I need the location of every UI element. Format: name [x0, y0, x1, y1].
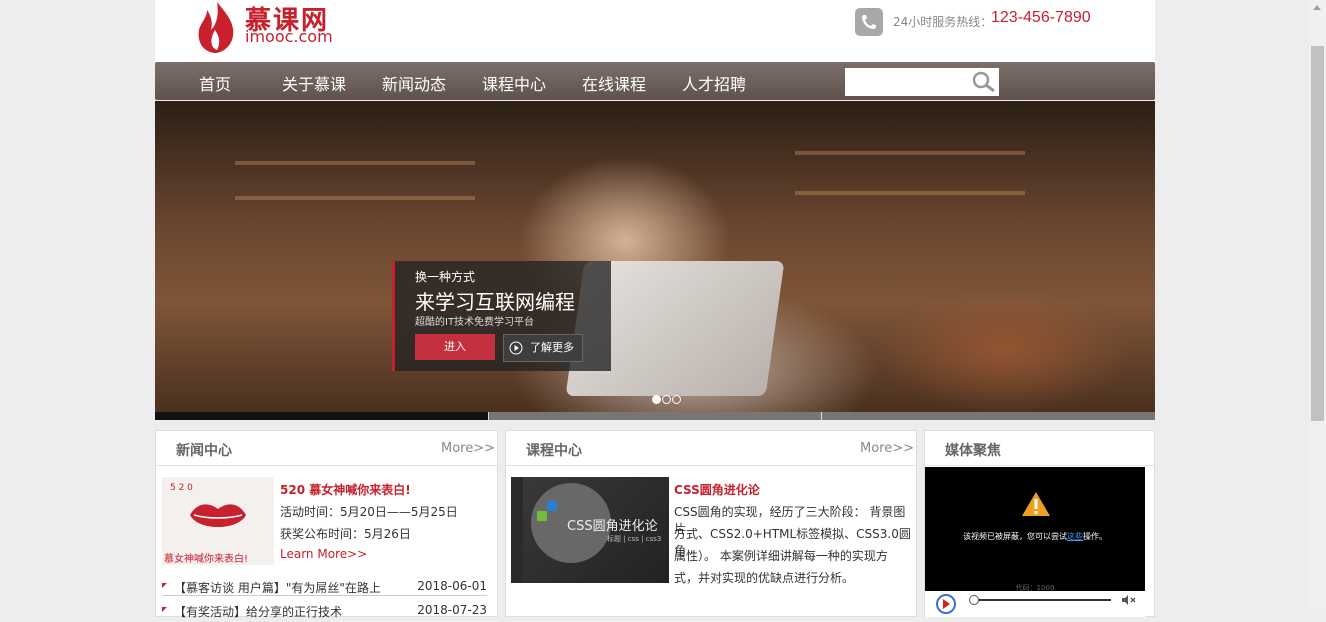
flame-logo-icon	[198, 2, 234, 53]
news-item-title[interactable]: 【慕客访谈 用户篇】"有为屌丝"在路上	[174, 579, 381, 596]
phone-icon	[855, 8, 883, 36]
courses-more-link[interactable]: More>>	[860, 441, 914, 456]
nav-item-online-courses[interactable]: 在线课程	[582, 71, 646, 95]
header: 慕课网 imooc.com 24小时服务热线： 123-456-7890	[155, 0, 1155, 62]
search-icon[interactable]	[971, 70, 997, 94]
hero-banner: 换一种方式 来学习互联网编程 超酷的IT技术免费学习平台 进入 了解更多	[155, 101, 1155, 412]
logo-subtitle: imooc.com	[245, 27, 333, 46]
course-thumb-title: CSS圆角进化论	[567, 519, 658, 534]
nav-item-jobs[interactable]: 人才招聘	[682, 71, 746, 95]
course-desc-line4: 式，并对实现的优缺点进行分析。	[674, 571, 855, 585]
nav-item-home[interactable]: 首页	[199, 71, 231, 95]
media-panel-header: 媒体聚焦	[925, 431, 1154, 466]
slide-progress-bar	[155, 412, 1155, 420]
banner-line1: 换一种方式	[415, 270, 476, 284]
bookshelf-decor	[235, 161, 475, 165]
video-msg-text-end: 操作。	[1083, 532, 1107, 541]
video-msg-link[interactable]: 这些	[1067, 532, 1083, 541]
video-seek-handle[interactable]	[969, 595, 979, 605]
courses-panel-title: 课程中心	[526, 443, 582, 459]
banner-caption: 换一种方式 来学习互联网编程 超酷的IT技术免费学习平台 进入 了解更多	[392, 261, 611, 371]
news-item-date: 2018-06-01	[417, 579, 487, 593]
video-play-logo-icon[interactable]	[933, 593, 959, 615]
nav-item-courses[interactable]: 课程中心	[482, 71, 546, 95]
news-featured-line1: 活动时间：5月20日——5月25日	[280, 505, 458, 519]
news-item-date: 2018-07-23	[417, 603, 487, 617]
news-featured-line2: 获奖公布时间：5月26日	[280, 527, 411, 541]
row-divider	[162, 595, 487, 596]
news-more-link[interactable]: More>>	[441, 441, 495, 456]
thumb-caption: 慕女神喊你来表白!	[164, 554, 249, 565]
banner-tagline: 超酷的IT技术免费学习平台	[415, 317, 535, 328]
bookshelf-decor	[795, 151, 1025, 155]
news-item-title[interactable]: 【有奖活动】给分享的正行技术	[174, 603, 342, 620]
slide-dot-3[interactable]	[672, 395, 681, 404]
thumb-blue-block	[547, 501, 557, 511]
video-controls	[925, 591, 1145, 617]
banner-headline: 来学习互联网编程	[415, 290, 575, 314]
courses-panel: 课程中心 More>> CSS圆角进化论 标题 | css | css3 CSS…	[505, 430, 917, 617]
hotline-label: 24小时服务热线：	[893, 15, 993, 29]
logo[interactable]: 慕课网 imooc.com	[195, 0, 335, 55]
page: 慕课网 imooc.com 24小时服务热线： 123-456-7890 首页 …	[155, 0, 1155, 619]
course-thumb-sub: 标题 | css | css3	[607, 535, 662, 543]
learn-more-link[interactable]: Learn More>>	[280, 547, 367, 561]
enter-button[interactable]: 进入	[415, 334, 495, 360]
course-desc-line3: 属性）。 本案例详细讲解每一种的实现方	[674, 549, 888, 563]
bookshelf-decor	[235, 196, 475, 200]
warning-icon	[1022, 492, 1050, 516]
news-panel-header: 新闻中心 More>>	[156, 431, 497, 466]
news-thumbnail[interactable]: 5 2 0 慕女神喊你来表白!	[162, 477, 274, 565]
lips-image	[190, 504, 246, 527]
video-seek-bar[interactable]	[971, 599, 1111, 601]
video-blocked-message: 该视频已被屏蔽，您可以尝试这些操作。	[925, 531, 1145, 542]
slide-dot-1[interactable]	[652, 395, 661, 404]
progress-divider	[488, 412, 489, 420]
nav-item-about[interactable]: 关于慕课	[282, 71, 346, 95]
news-panel: 新闻中心 More>> 5 2 0 慕女神喊你来表白! 520 慕女神喊你来表白…	[155, 430, 498, 619]
progress-divider	[821, 412, 822, 420]
bullet-icon	[162, 607, 167, 612]
thumb-sidebar-decor	[511, 477, 523, 583]
scroll-up-arrow-icon[interactable]	[1313, 5, 1321, 10]
learn-more-label: 了解更多	[530, 341, 574, 354]
slide-progress-fill	[155, 412, 488, 420]
news-featured-title[interactable]: 520 慕女神喊你来表白!	[280, 481, 411, 498]
course-featured-title[interactable]: CSS圆角进化论	[674, 481, 760, 498]
news-panel-title: 新闻中心	[176, 443, 232, 459]
bookshelf-decor	[795, 191, 1025, 195]
video-msg-text: 该视频已被屏蔽，您可以尝试	[963, 532, 1067, 541]
hotline-number: 123-456-7890	[991, 9, 1091, 26]
slide-dot-2[interactable]	[662, 395, 671, 404]
video-player[interactable]: 该视频已被屏蔽，您可以尝试这些操作。 代码：1000	[925, 467, 1145, 617]
main-nav: 首页 关于慕课 新闻动态 课程中心 在线课程 人才招聘	[155, 62, 1155, 100]
course-thumbnail[interactable]: CSS圆角进化论 标题 | css | css3	[511, 477, 669, 583]
media-panel-title: 媒体聚焦	[945, 443, 1001, 459]
list-item: 【有奖活动】给分享的正行技术 2018-07-23	[162, 602, 487, 622]
media-panel: 媒体聚焦 该视频已被屏蔽，您可以尝试这些操作。 代码：1000	[924, 430, 1155, 617]
thumb-green-block	[537, 511, 547, 521]
play-circle-icon	[509, 341, 523, 355]
courses-panel-header: 课程中心 More>>	[506, 431, 916, 466]
search-input[interactable]	[845, 68, 999, 96]
learn-more-button[interactable]: 了解更多	[503, 334, 583, 362]
scrollbar-thumb[interactable]	[1311, 46, 1324, 421]
volume-mute-icon[interactable]	[1121, 594, 1137, 606]
thumb-520-text: 5 2 0	[170, 483, 193, 493]
nav-item-news[interactable]: 新闻动态	[382, 71, 446, 95]
vertical-scrollbar[interactable]	[1309, 0, 1326, 609]
bullet-icon	[162, 583, 167, 588]
